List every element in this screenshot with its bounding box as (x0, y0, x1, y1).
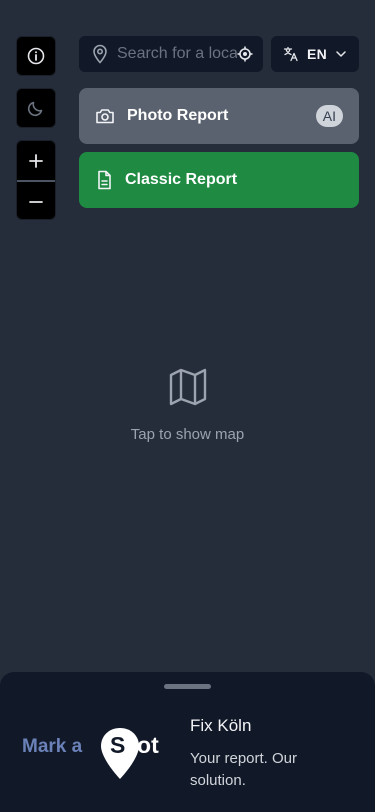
location-search (79, 36, 263, 72)
photo-report-button[interactable]: Photo Report AI (79, 88, 359, 144)
crosshair-icon[interactable] (237, 46, 253, 62)
translate-icon (283, 46, 298, 62)
logo-text-mark: Mark a (22, 736, 83, 757)
zoom-in-button[interactable] (17, 141, 55, 180)
map-pin-icon (93, 44, 107, 64)
app-screen: EN Photo Report AI Classic Report Tap to… (0, 0, 375, 812)
map-placeholder[interactable]: Tap to show map (0, 366, 375, 443)
ai-badge: AI (315, 105, 343, 127)
photo-report-label: Photo Report (127, 107, 229, 124)
theme-toggle-button[interactable] (16, 88, 56, 128)
tagline: Your report. Our solution. (190, 750, 297, 789)
chevron-down-icon (336, 51, 346, 57)
plus-icon (29, 153, 43, 168)
camera-icon (96, 109, 114, 124)
zoom-out-button[interactable] (17, 182, 55, 219)
document-icon (98, 170, 111, 190)
classic-report-button[interactable]: Classic Report (79, 152, 359, 208)
bottom-sheet: Mark a S pot Fix Köln Your report. Our s… (0, 672, 375, 812)
map-hint: Tap to show map (130, 426, 245, 443)
logo-text-spot-rest: pot (123, 732, 159, 758)
map-icon (169, 368, 206, 406)
language-selector[interactable]: EN (271, 36, 359, 72)
org-name: Fix Köln (190, 716, 252, 735)
minus-icon (29, 200, 43, 203)
language-code: EN (306, 46, 328, 62)
zoom-controls (16, 140, 56, 220)
search-input[interactable] (117, 45, 237, 63)
info-button[interactable] (16, 36, 56, 76)
info-icon (27, 47, 45, 65)
mark-a-spot-logo: Mark a S pot (22, 722, 170, 786)
moon-icon (27, 101, 43, 117)
classic-report-label: Classic Report (125, 171, 238, 188)
drag-handle[interactable] (164, 684, 211, 689)
